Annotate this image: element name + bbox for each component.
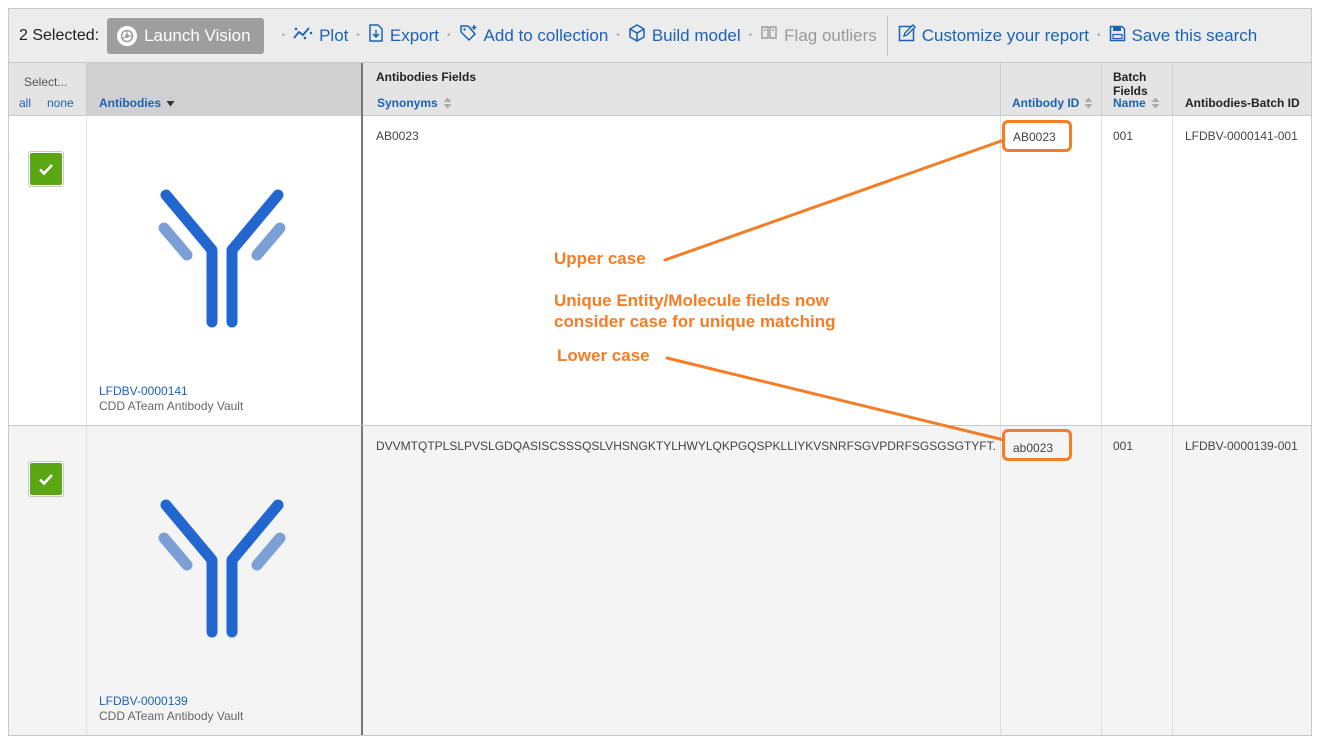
lower-case-arrow <box>665 356 1006 442</box>
lower-case-note: Lower case <box>557 346 650 365</box>
annotation-arrows <box>663 138 1006 442</box>
upper-case-arrow <box>663 138 1006 262</box>
unique-matching-note-line1: Unique Entity/Molecule fields now <box>554 291 829 310</box>
unique-matching-note-line2: consider case for unique matching <box>554 312 836 331</box>
upper-case-note: Upper case <box>554 249 646 268</box>
